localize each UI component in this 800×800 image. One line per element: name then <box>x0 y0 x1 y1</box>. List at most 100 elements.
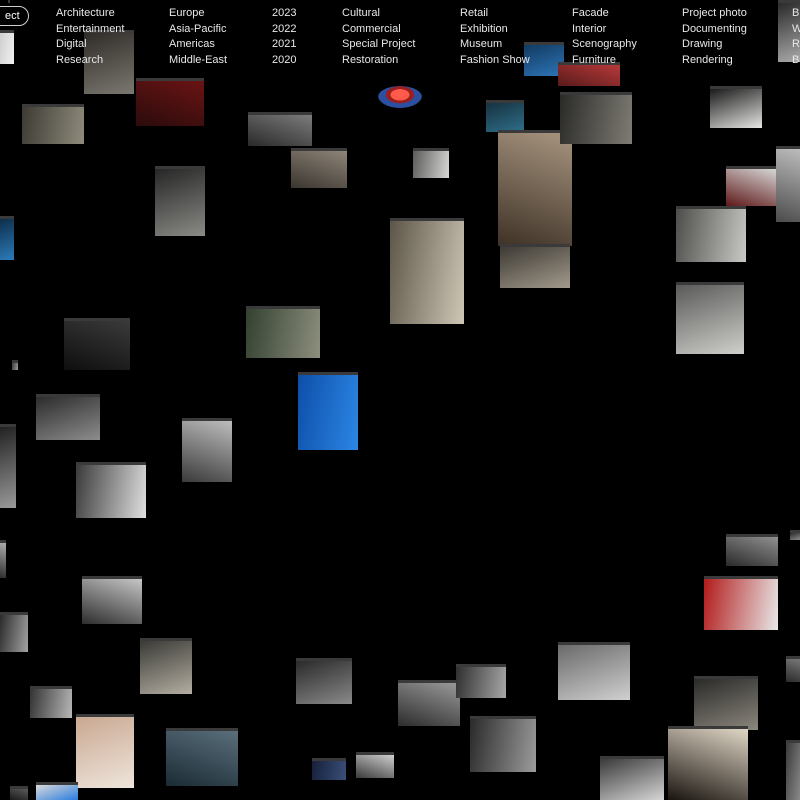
filter-option[interactable]: Furniture <box>572 53 637 69</box>
filter-option[interactable]: Americas <box>169 37 227 53</box>
filter-option[interactable]: Digital <box>56 37 124 53</box>
project-thumbnail[interactable] <box>36 394 100 440</box>
project-thumbnail[interactable] <box>600 756 664 800</box>
project-thumbnail[interactable] <box>710 86 762 128</box>
filter-option[interactable]: 2020 <box>272 53 296 69</box>
project-thumbnail[interactable] <box>296 658 352 704</box>
project-thumbnail[interactable] <box>676 206 746 262</box>
project-canvas[interactable] <box>0 0 800 800</box>
project-image <box>704 579 778 630</box>
filter-bar: ect Architecture Entertainment Digital R… <box>0 0 800 72</box>
project-thumbnail[interactable] <box>82 576 142 624</box>
project-thumbnail[interactable] <box>486 100 524 132</box>
project-thumbnail[interactable] <box>676 282 744 354</box>
project-thumbnail[interactable] <box>140 638 192 694</box>
project-thumbnail[interactable] <box>298 372 358 450</box>
project-thumbnail[interactable] <box>0 424 16 508</box>
project-image <box>558 645 630 700</box>
project-thumbnail[interactable] <box>312 758 346 780</box>
project-thumbnail[interactable] <box>398 680 460 726</box>
project-thumbnail[interactable] <box>136 78 204 126</box>
project-thumbnail[interactable] <box>22 104 84 144</box>
filter-option[interactable]: Research <box>56 53 124 69</box>
filter-option[interactable]: Europe <box>169 6 227 22</box>
filter-option[interactable]: Rendering <box>682 53 747 69</box>
project-image <box>486 103 524 132</box>
filter-option[interactable]: Scenography <box>572 37 637 53</box>
project-thumbnail[interactable] <box>10 786 28 800</box>
filter-option[interactable]: W <box>792 22 800 38</box>
filter-option[interactable]: Commercial <box>342 22 415 38</box>
project-image <box>248 115 312 146</box>
project-thumbnail[interactable] <box>0 216 14 260</box>
project-thumbnail[interactable] <box>64 318 130 370</box>
filter-option[interactable]: Cultural <box>342 6 415 22</box>
project-image <box>786 659 800 682</box>
filter-option[interactable]: Architecture <box>56 6 124 22</box>
project-image <box>776 149 800 222</box>
filter-option[interactable]: R <box>792 37 800 53</box>
filter-column-scope: Facade Interior Scenography Furniture <box>572 6 637 68</box>
project-thumbnail[interactable] <box>291 148 347 188</box>
project-thumbnail[interactable] <box>30 686 72 718</box>
filter-column-media: Project photo Documenting Drawing Render… <box>682 6 747 68</box>
filter-option[interactable]: Fashion Show <box>460 53 530 69</box>
project-image <box>0 427 16 508</box>
project-thumbnail[interactable] <box>0 540 6 578</box>
project-thumbnail[interactable] <box>558 642 630 700</box>
project-thumbnail[interactable] <box>560 92 632 144</box>
filter-option[interactable]: Interior <box>572 22 637 38</box>
project-thumbnail[interactable] <box>413 148 449 178</box>
project-thumbnail[interactable] <box>390 218 464 324</box>
project-thumbnail[interactable] <box>776 146 800 222</box>
filter-option[interactable]: 2021 <box>272 37 296 53</box>
filter-option[interactable]: Project photo <box>682 6 747 22</box>
project-thumbnail[interactable] <box>668 726 748 800</box>
project-thumbnail[interactable] <box>500 244 570 288</box>
filter-option[interactable]: Special Project <box>342 37 415 53</box>
project-thumbnail[interactable] <box>356 752 394 778</box>
project-thumbnail[interactable] <box>12 360 18 370</box>
project-thumbnail[interactable] <box>470 716 536 772</box>
active-filter-pill[interactable]: ect <box>0 6 29 26</box>
project-image <box>22 107 84 144</box>
filter-option[interactable]: B <box>792 6 800 22</box>
project-thumbnail[interactable] <box>498 130 572 246</box>
project-image <box>356 755 394 778</box>
project-thumbnail[interactable] <box>790 530 800 540</box>
filter-column-extra: B W R B <box>792 6 800 68</box>
project-thumbnail[interactable] <box>76 714 134 788</box>
project-thumbnail[interactable] <box>726 534 778 566</box>
filter-option[interactable]: B <box>792 53 800 69</box>
project-image <box>140 641 192 694</box>
filter-option[interactable]: Asia-Pacific <box>169 22 227 38</box>
filter-option[interactable]: Entertainment <box>56 22 124 38</box>
filter-option[interactable]: Middle-East <box>169 53 227 69</box>
project-thumbnail[interactable] <box>246 306 320 358</box>
filter-option[interactable]: Drawing <box>682 37 747 53</box>
filter-option[interactable]: Documenting <box>682 22 747 38</box>
project-thumbnail[interactable] <box>155 166 205 236</box>
filter-option[interactable]: Museum <box>460 37 530 53</box>
project-thumbnail[interactable] <box>786 656 800 682</box>
filter-option[interactable]: Retail <box>460 6 530 22</box>
project-thumbnail[interactable] <box>456 664 506 698</box>
project-thumbnail[interactable] <box>786 740 800 800</box>
filter-option[interactable]: Exhibition <box>460 22 530 38</box>
project-thumbnail[interactable] <box>166 728 238 786</box>
filter-option[interactable]: Facade <box>572 6 637 22</box>
project-thumbnail[interactable] <box>76 462 146 518</box>
project-image <box>76 717 134 788</box>
project-thumbnail[interactable] <box>182 418 232 482</box>
project-thumbnail[interactable] <box>0 612 28 652</box>
project-thumbnail[interactable] <box>726 166 778 206</box>
project-thumbnail[interactable] <box>248 112 312 146</box>
project-thumbnail[interactable] <box>36 782 78 800</box>
project-thumbnail[interactable] <box>694 676 758 730</box>
filter-option[interactable]: 2023 <box>272 6 296 22</box>
filter-option[interactable]: Restoration <box>342 53 415 69</box>
filter-option[interactable]: 2022 <box>272 22 296 38</box>
project-image <box>694 679 758 730</box>
rotating-sculpture-thumbnail[interactable] <box>378 86 422 108</box>
project-thumbnail[interactable] <box>704 576 778 630</box>
